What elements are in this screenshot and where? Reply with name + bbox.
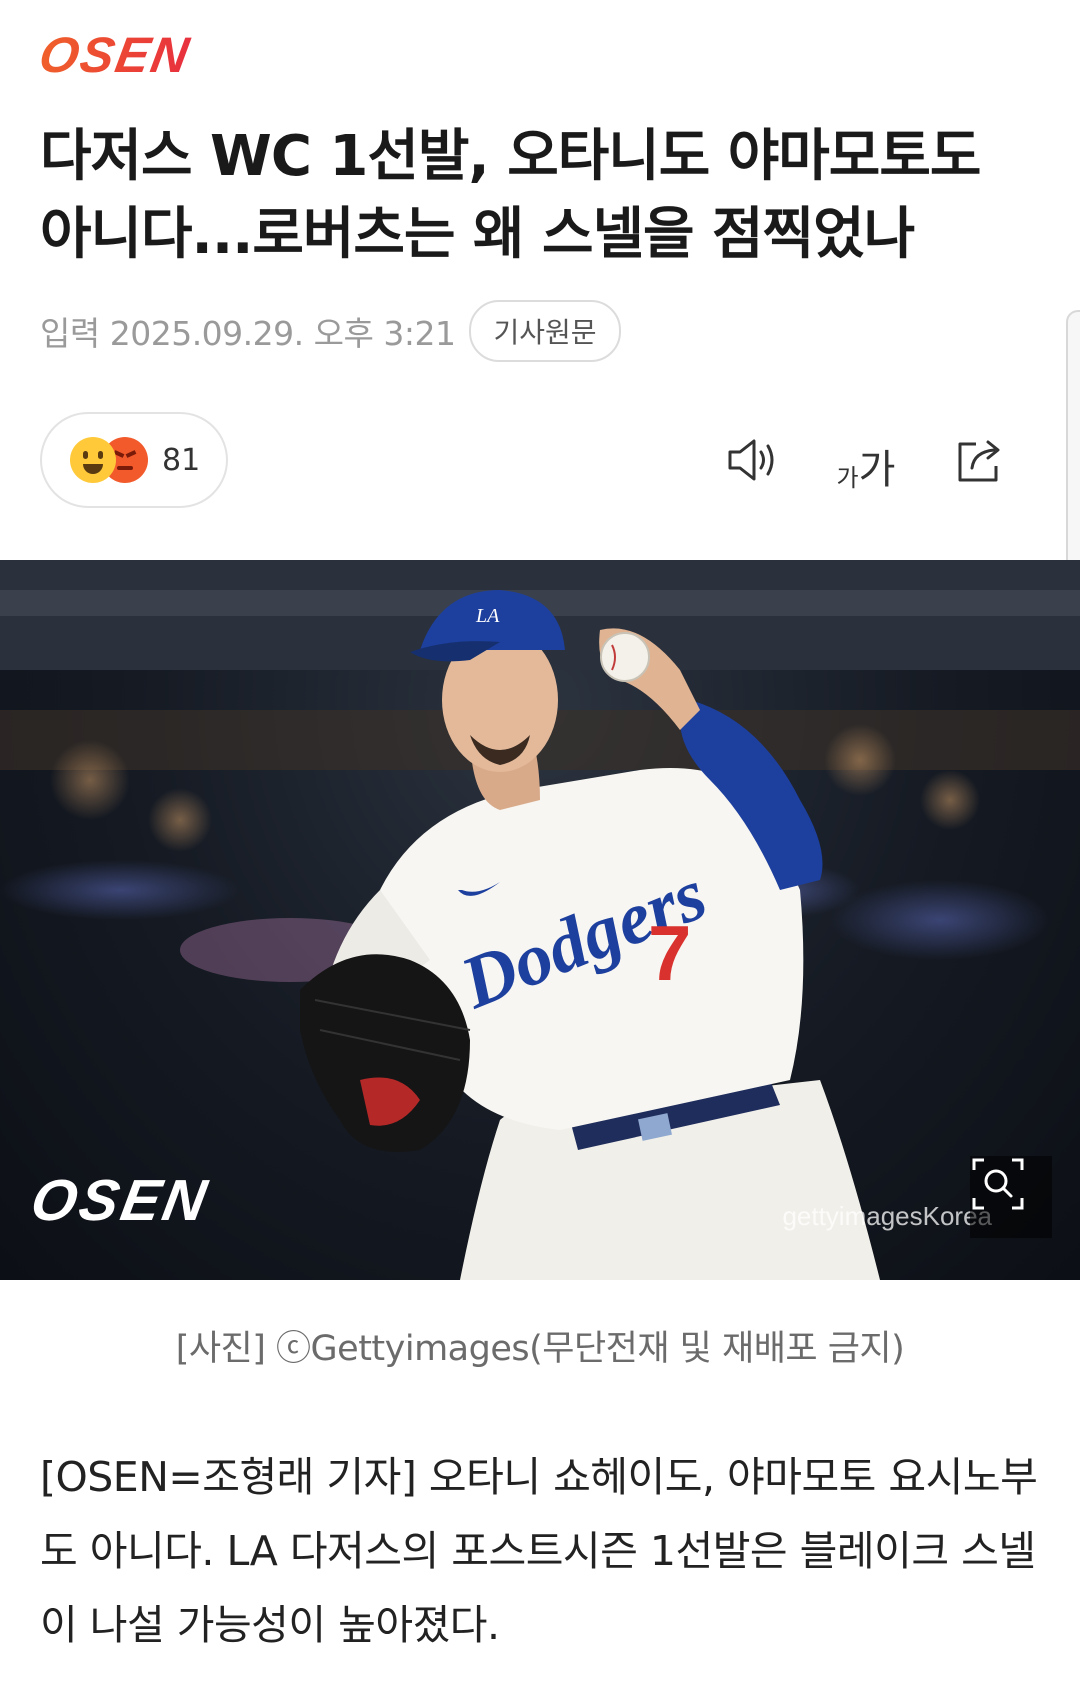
article-meta: 입력 2025.09.29. 오후 3:21 기사원문 — [40, 300, 621, 362]
article-photo[interactable]: LA Dodgers 7 OSEN gettyimagesKorea — [0, 560, 1080, 1280]
zoom-icon[interactable] — [970, 1156, 1052, 1238]
photo-caption: [사진] ⓒGettyimages(무단전재 및 재배포 금지) — [175, 1329, 905, 1369]
jersey-number-text: 7 — [648, 909, 691, 997]
happy-emoji-icon — [70, 437, 116, 483]
font-size-small-label: 가 — [836, 464, 859, 492]
speaker-icon[interactable] — [722, 430, 782, 490]
font-size-large-label: 가 — [858, 447, 896, 493]
share-icon[interactable] — [950, 430, 1010, 490]
article-toolbar: 가 가 — [722, 430, 1010, 490]
svg-text:LA: LA — [475, 605, 500, 627]
osen-logo[interactable]: OSEN — [35, 27, 195, 83]
article-body: [OSEN=조형래 기자] 오타니 쇼헤이도, 야마모토 요시노부도 아니다. … — [40, 1453, 1038, 1649]
photo-osen-logo: OSEN — [26, 1168, 215, 1233]
publish-date: 입력 2025.09.29. 오후 3:21 — [40, 314, 456, 353]
getty-watermark: gettyimagesKorea — [782, 1201, 992, 1231]
font-size-icon[interactable]: 가 가 — [836, 430, 896, 490]
original-article-button[interactable]: 기사원문 — [469, 300, 621, 362]
reaction-button[interactable]: 81 — [40, 412, 228, 508]
article-headline: 다저스 WC 1선발, 오타니도 야마모토도 아니다...로버츠는 왜 스넬을 … — [40, 124, 981, 267]
reaction-count: 81 — [162, 442, 201, 478]
